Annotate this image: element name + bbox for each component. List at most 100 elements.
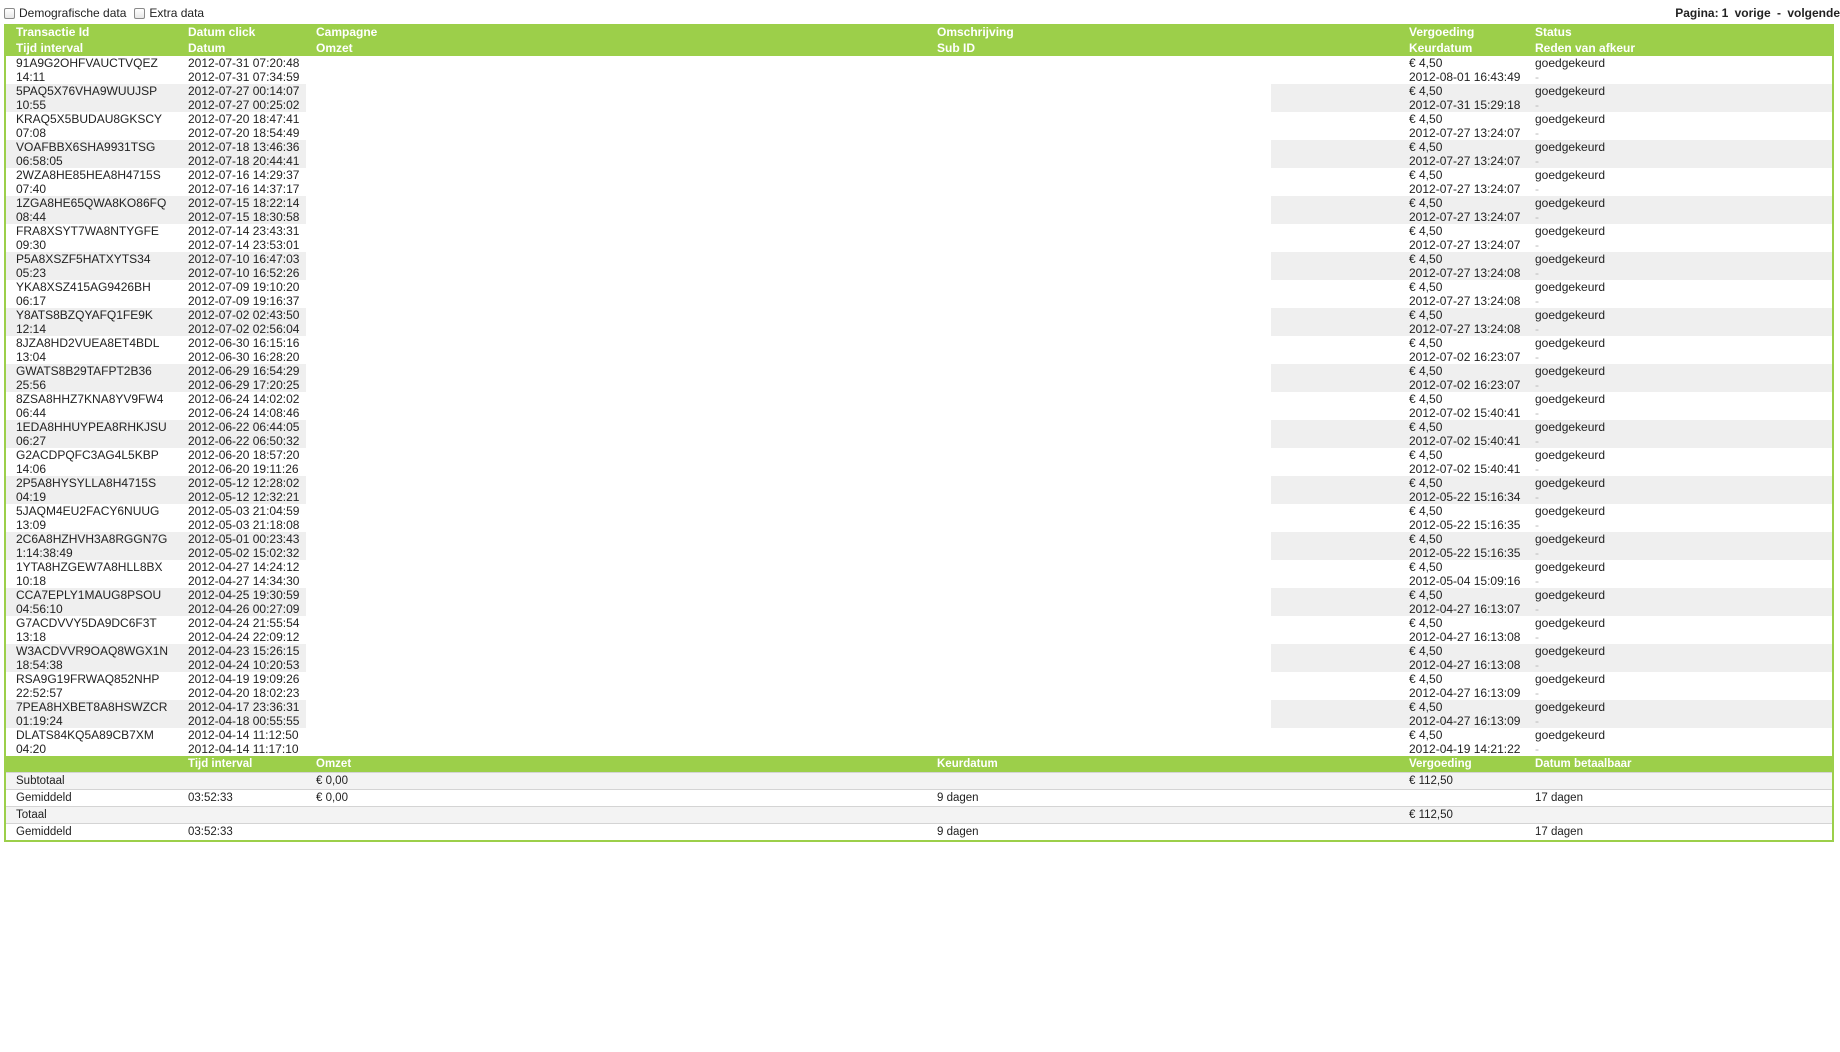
omschrijving-cell: [927, 476, 1271, 490]
transaction-id[interactable]: 5JAQM4EU2FACY6NUUG: [6, 504, 178, 518]
datum-value: 2012-04-20 18:02:23: [188, 686, 300, 700]
omschrijving-cell: [927, 602, 1271, 616]
campagne-cell: [306, 728, 927, 742]
keurdatum-value: 2012-07-02 15:40:41: [1409, 406, 1521, 420]
click-datetime: 2012-07-10 16:47:03: [178, 252, 306, 266]
omschrijving-cell: [927, 378, 1271, 392]
campagne-cell: [306, 644, 927, 658]
omschrijving-cell: [927, 532, 1271, 546]
omzet-cell: [306, 182, 927, 196]
time-interval: 13:18: [16, 630, 47, 644]
column-header-campagne[interactable]: Campagne: [306, 24, 927, 40]
datum-value: 2012-05-02 15:02:32: [178, 546, 306, 560]
demografische-data-checkbox[interactable]: Demografische data: [4, 6, 126, 20]
vergoeding-value: € 4,50: [1409, 56, 1443, 70]
keurdatum-value: 2012-07-02 15:40:41: [1409, 462, 1521, 476]
time-interval: 12:14: [6, 322, 178, 336]
transaction-id[interactable]: RSA9G19FRWAQ852NHP: [6, 672, 178, 686]
transaction-id[interactable]: 1EDA8HHUYPEA8RHKJSU: [6, 420, 178, 434]
omzet-cell: [306, 546, 927, 560]
datum-value: 2012-04-24 10:20:53: [178, 658, 306, 672]
pager-next-link[interactable]: volgende: [1787, 6, 1840, 20]
time-interval: 06:17: [16, 294, 47, 308]
omzet-cell: [306, 266, 927, 280]
time-interval: 10:55: [6, 98, 178, 112]
transaction-id[interactable]: 7PEA8HXBET8A8HSWZCR: [6, 700, 178, 714]
transaction-id[interactable]: 1ZGA8HE65QWA8KO86FQ: [6, 196, 178, 210]
column-header-transactie-id[interactable]: Transactie Id: [6, 24, 178, 40]
transaction-id[interactable]: KRAQ5X5BUDAU8GKSCY: [6, 112, 178, 126]
checkbox-box[interactable]: [134, 7, 146, 19]
column-header-omzet[interactable]: Omzet: [306, 40, 927, 56]
subid-cell: [1271, 280, 1399, 294]
omschrijving-cell: [927, 644, 1271, 658]
column-header-datum[interactable]: Datum: [178, 40, 306, 56]
reden-value: -: [1535, 126, 1539, 140]
transaction-id[interactable]: Y8ATS8BZQYAFQ1FE9K: [6, 308, 178, 322]
click-datetime: 2012-07-09 19:10:20: [188, 280, 300, 294]
keurdatum-value: 2012-07-02 15:40:41: [1399, 434, 1525, 448]
omzet-cell: [306, 742, 927, 756]
column-header-datum-click[interactable]: Datum click: [178, 24, 306, 40]
reden-value: -: [1535, 238, 1539, 252]
pager-prev-link[interactable]: vorige: [1735, 6, 1771, 20]
datum-value: 2012-04-18 00:55:55: [178, 714, 306, 728]
transaction-id[interactable]: 1YTA8HZGEW7A8HLL8BX: [6, 560, 178, 574]
datum-value: 2012-05-12 12:32:21: [178, 490, 306, 504]
subid-cell: [1271, 238, 1399, 252]
transaction-id[interactable]: 8JZA8HD2VUEA8ET4BDL: [6, 336, 178, 350]
transaction-id[interactable]: VOAFBBX6SHA9931TSG: [6, 140, 178, 154]
vergoeding-value: € 4,50: [1409, 336, 1443, 350]
omschrijving-cell: [927, 518, 1271, 532]
column-header-omschrijving[interactable]: Omschrijving: [927, 24, 1399, 40]
column-header-status[interactable]: Status: [1525, 24, 1832, 40]
column-header-vergoeding[interactable]: Vergoeding: [1399, 24, 1525, 40]
totals-header-label: [6, 756, 178, 772]
totals-label: Totaal: [6, 806, 178, 823]
subid-cell: [1271, 448, 1399, 462]
status-value: goedgekeurd: [1535, 392, 1606, 406]
transaction-id[interactable]: DLATS84KQ5A89CB7XM: [6, 728, 178, 742]
transaction-id[interactable]: 5PAQ5X76VHA9WUUJSP: [6, 84, 178, 98]
datum-value: 2012-06-30 16:28:20: [188, 350, 300, 364]
omschrijving-cell: [927, 546, 1271, 560]
omzet-cell: [306, 378, 927, 392]
click-datetime: 2012-07-18 13:46:36: [178, 140, 306, 154]
column-header-keurdatum[interactable]: Keurdatum: [1399, 40, 1525, 56]
transaction-id[interactable]: FRA8XSYT7WA8NTYGFE: [6, 224, 178, 238]
totals-keurdatum: 9 dagen: [927, 789, 1399, 806]
transaction-id[interactable]: YKA8XSZ415AG9426BH: [6, 280, 178, 294]
reden-value: -: [1535, 518, 1539, 532]
transaction-id[interactable]: GWATS8B29TAFPT2B36: [6, 364, 178, 378]
transaction-id[interactable]: G7ACDVVY5DA9DC6F3T: [6, 616, 178, 630]
reden-value: -: [1525, 378, 1832, 392]
extra-data-label: Extra data: [149, 6, 205, 20]
totals-header-keurdatum: Keurdatum: [937, 758, 998, 770]
keurdatum-value: 2012-04-27 16:13:08: [1399, 658, 1525, 672]
campagne-cell: [306, 112, 927, 126]
omzet-cell: [306, 490, 927, 504]
checkbox-box[interactable]: [4, 7, 15, 19]
column-header-tijd-interval[interactable]: Tijd interval: [6, 40, 178, 56]
transaction-id[interactable]: P5A8XSZF5HATXYTS34: [6, 252, 178, 266]
transaction-id[interactable]: 8ZSA8HHZ7KNA8YV9FW4: [6, 392, 178, 406]
transactions-table: Transactie Id Datum click Campagne Omschrij…: [4, 24, 1834, 842]
transaction-id[interactable]: CCA7EPLY1MAUG8PSOU: [6, 588, 178, 602]
omschrijving-cell: [927, 700, 1271, 714]
time-interval: 05:23: [6, 266, 178, 280]
transaction-id[interactable]: 2P5A8HYSYLLA8H4715S: [6, 476, 178, 490]
omschrijving-cell: [927, 434, 1271, 448]
vergoeding-value: € 4,50: [1409, 224, 1443, 238]
click-datetime: 2012-06-24 14:02:02: [188, 392, 300, 406]
subid-cell: [1271, 504, 1399, 518]
column-header-sub-id[interactable]: Sub ID: [927, 40, 1399, 56]
transaction-id[interactable]: 2WZA8HE85HEA8H4715S: [6, 168, 178, 182]
transaction-id[interactable]: W3ACDVVR9OAQ8WGX1N: [6, 644, 178, 658]
transaction-id[interactable]: 91A9G2OHFVAUCTVQEZ: [6, 56, 178, 70]
reden-value: -: [1535, 742, 1539, 756]
extra-data-checkbox[interactable]: Extra data: [134, 6, 204, 20]
keurdatum-value: 2012-04-27 16:13:07: [1399, 602, 1525, 616]
column-header-reden-van-afkeur[interactable]: Reden van afkeur: [1525, 40, 1832, 56]
transaction-id[interactable]: G2ACDPQFC3AG4L5KBP: [6, 448, 178, 462]
transaction-id[interactable]: 2C6A8HZHVH3A8RGGN7G: [6, 532, 178, 546]
